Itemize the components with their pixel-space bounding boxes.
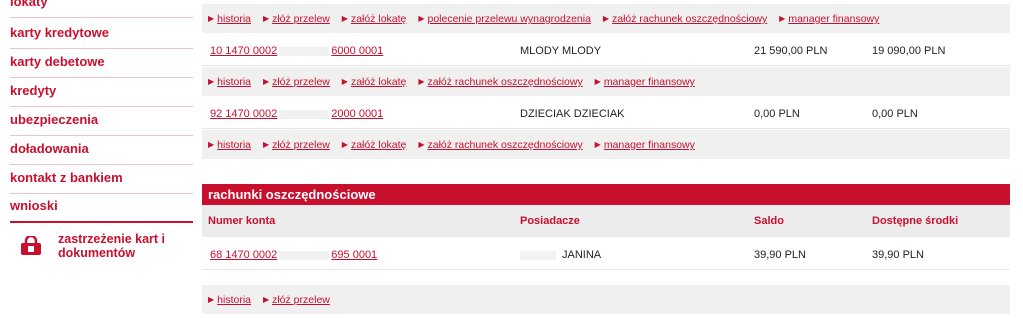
column-header-number: Numer konta [208, 215, 276, 227]
arrow-right-icon: ▶ [208, 295, 215, 304]
sidebar-item-kontakt[interactable]: kontakt z bankiem [10, 165, 193, 194]
action-manager[interactable]: ▶ manager finansowy [595, 139, 695, 151]
arrow-right-icon: ▶ [262, 14, 270, 23]
arrow-right-icon: ▶ [418, 14, 425, 23]
sidebar-item-label: karty debetowe [10, 54, 105, 69]
account-actions-row: ▶ historia ▶ złóż przelew ▶ załóż lokatę ▶ z… [202, 130, 1010, 159]
arrow-right-icon: ▶ [208, 14, 215, 23]
sidebar-special-line2: dokumentów [58, 246, 136, 260]
sidebar-item-wnioski[interactable]: wnioski [10, 194, 193, 223]
action-zaloz-rachunek[interactable]: ▶ załóż rachunek oszczędnościowy [418, 139, 582, 151]
column-header-available: Dostępne środki [872, 215, 959, 227]
masked-digits [279, 250, 330, 260]
action-polecenie-przelewu[interactable]: ▶ polecenie przelewu wynagrodzenia [418, 13, 591, 25]
account-holder: MLODY MLODY [520, 45, 602, 57]
action-manager[interactable]: ▶ manager finansowy [779, 13, 879, 25]
action-historia[interactable]: ▶ historia [208, 13, 251, 25]
sidebar-item-label: kredyty [10, 83, 57, 98]
account-holder: JANINA [520, 249, 601, 261]
sidebar-item-label: doładowania [10, 141, 89, 156]
savings-section-header: rachunki oszczędnościowe [202, 184, 1010, 205]
action-historia[interactable]: ▶ historia [208, 76, 251, 88]
account-balance: 21 590,00 PLN [754, 45, 828, 57]
account-holder: DZIECIAK DZIECIAK [520, 108, 625, 120]
account-available: 19 090,00 PLN [872, 45, 946, 57]
sidebar-item-ubezpieczenia[interactable]: ubezpieczenia [10, 107, 193, 136]
account-balance: 39,90 PLN [754, 249, 806, 261]
account-available: 0,00 PLN [872, 108, 918, 120]
sidebar-item-zastrzezenie[interactable]: zastrzeżenie kart i dokumentów [10, 228, 193, 268]
arrow-right-icon: ▶ [418, 140, 425, 149]
sidebar-item-kredyty[interactable]: kredyty [10, 78, 193, 107]
action-zaloz-rachunek[interactable]: ▶ załóż rachunek oszczędnościowy [603, 13, 767, 25]
account-number-link[interactable]: 92 1470 0002 2000 0001 [210, 108, 383, 120]
sidebar-item-lokaty[interactable]: lokaty [10, 0, 193, 18]
account-actions-row: ▶ historia ▶ złóż przelew [202, 285, 1010, 314]
action-zaloz-lokate[interactable]: ▶ załóż lokatę [342, 13, 407, 25]
account-actions-row: ▶ historia ▶ złóż przelew ▶ załóż lokatę ▶ z… [202, 67, 1010, 96]
sidebar-item-karty-debetowe[interactable]: karty debetowe [10, 49, 193, 78]
action-historia[interactable]: ▶ historia [208, 294, 251, 306]
table-header: Numer konta Posiadacze Saldo Dostępne śr… [202, 205, 1010, 237]
arrow-right-icon: ▶ [341, 14, 348, 23]
account-balance: 0,00 PLN [754, 108, 800, 120]
arrow-right-icon: ▶ [779, 14, 786, 23]
arrow-right-icon: ▶ [602, 14, 609, 23]
lock-icon [20, 234, 42, 256]
arrow-right-icon: ▶ [341, 77, 348, 86]
sidebar-special-label: zastrzeżenie kart i dokumentów [58, 232, 208, 260]
action-zloz-przelew[interactable]: ▶ złóż przelew [263, 294, 330, 306]
table-row: 92 1470 0002 2000 0001 DZIECIAK DZIECIAK … [202, 96, 1010, 129]
account-actions-row: ▶ historia ▶ złóż przelew ▶ załóż lokatę ▶ p… [202, 4, 1010, 33]
action-historia[interactable]: ▶ historia [208, 139, 251, 151]
accounts-main: ▶ historia ▶ złóż przelew ▶ załóż lokatę ▶ p… [202, 0, 1010, 318]
action-zloz-przelew[interactable]: ▶ złóż przelew [263, 76, 330, 88]
masked-digits [279, 109, 330, 119]
action-zaloz-lokate[interactable]: ▶ załóż lokatę [342, 139, 407, 151]
action-zloz-przelew[interactable]: ▶ złóż przelew [263, 13, 330, 25]
account-number-link[interactable]: 68 1470 0002 695 0001 [210, 249, 377, 261]
arrow-right-icon: ▶ [594, 140, 601, 149]
sidebar-item-label: karty kredytowe [10, 25, 109, 40]
action-zaloz-lokate[interactable]: ▶ załóż lokatę [342, 76, 407, 88]
account-number-link[interactable]: 10 1470 0002 6000 0001 [210, 45, 383, 57]
sidebar-item-label: kontakt z bankiem [10, 170, 123, 185]
arrow-right-icon: ▶ [594, 77, 601, 86]
table-row: 68 1470 0002 695 0001 JANINA 39,90 PLN 39… [202, 237, 1010, 270]
sidebar-item-karty-kredytowe[interactable]: karty kredytowe [10, 20, 193, 49]
column-header-holders: Posiadacze [520, 215, 580, 227]
section-title: rachunki oszczędnościowe [208, 187, 376, 202]
column-header-balance: Saldo [754, 215, 784, 227]
masked-name [520, 250, 556, 260]
table-row: 10 1470 0002 6000 0001 MLODY MLODY 21 590… [202, 33, 1010, 66]
arrow-right-icon: ▶ [418, 77, 425, 86]
arrow-right-icon: ▶ [208, 140, 215, 149]
sidebar-item-label: ubezpieczenia [10, 112, 99, 127]
masked-digits [279, 46, 330, 56]
arrow-right-icon: ▶ [341, 140, 348, 149]
action-manager[interactable]: ▶ manager finansowy [595, 76, 695, 88]
arrow-right-icon: ▶ [262, 140, 270, 149]
arrow-right-icon: ▶ [208, 77, 215, 86]
sidebar-item-label: wnioski [10, 198, 58, 213]
arrow-right-icon: ▶ [262, 295, 270, 304]
action-zaloz-rachunek[interactable]: ▶ załóż rachunek oszczędnościowy [418, 76, 582, 88]
arrow-right-icon: ▶ [262, 77, 270, 86]
account-available: 39,90 PLN [872, 249, 924, 261]
sidebar-menu: lokaty karty kredytowe karty debetowe kr… [0, 0, 193, 318]
sidebar-item-label: lokaty [10, 0, 48, 9]
sidebar-item-doladowania[interactable]: doładowania [10, 136, 193, 165]
sidebar-special-line1: zastrzeżenie kart i [58, 232, 165, 246]
action-zloz-przelew[interactable]: ▶ złóż przelew [263, 139, 330, 151]
